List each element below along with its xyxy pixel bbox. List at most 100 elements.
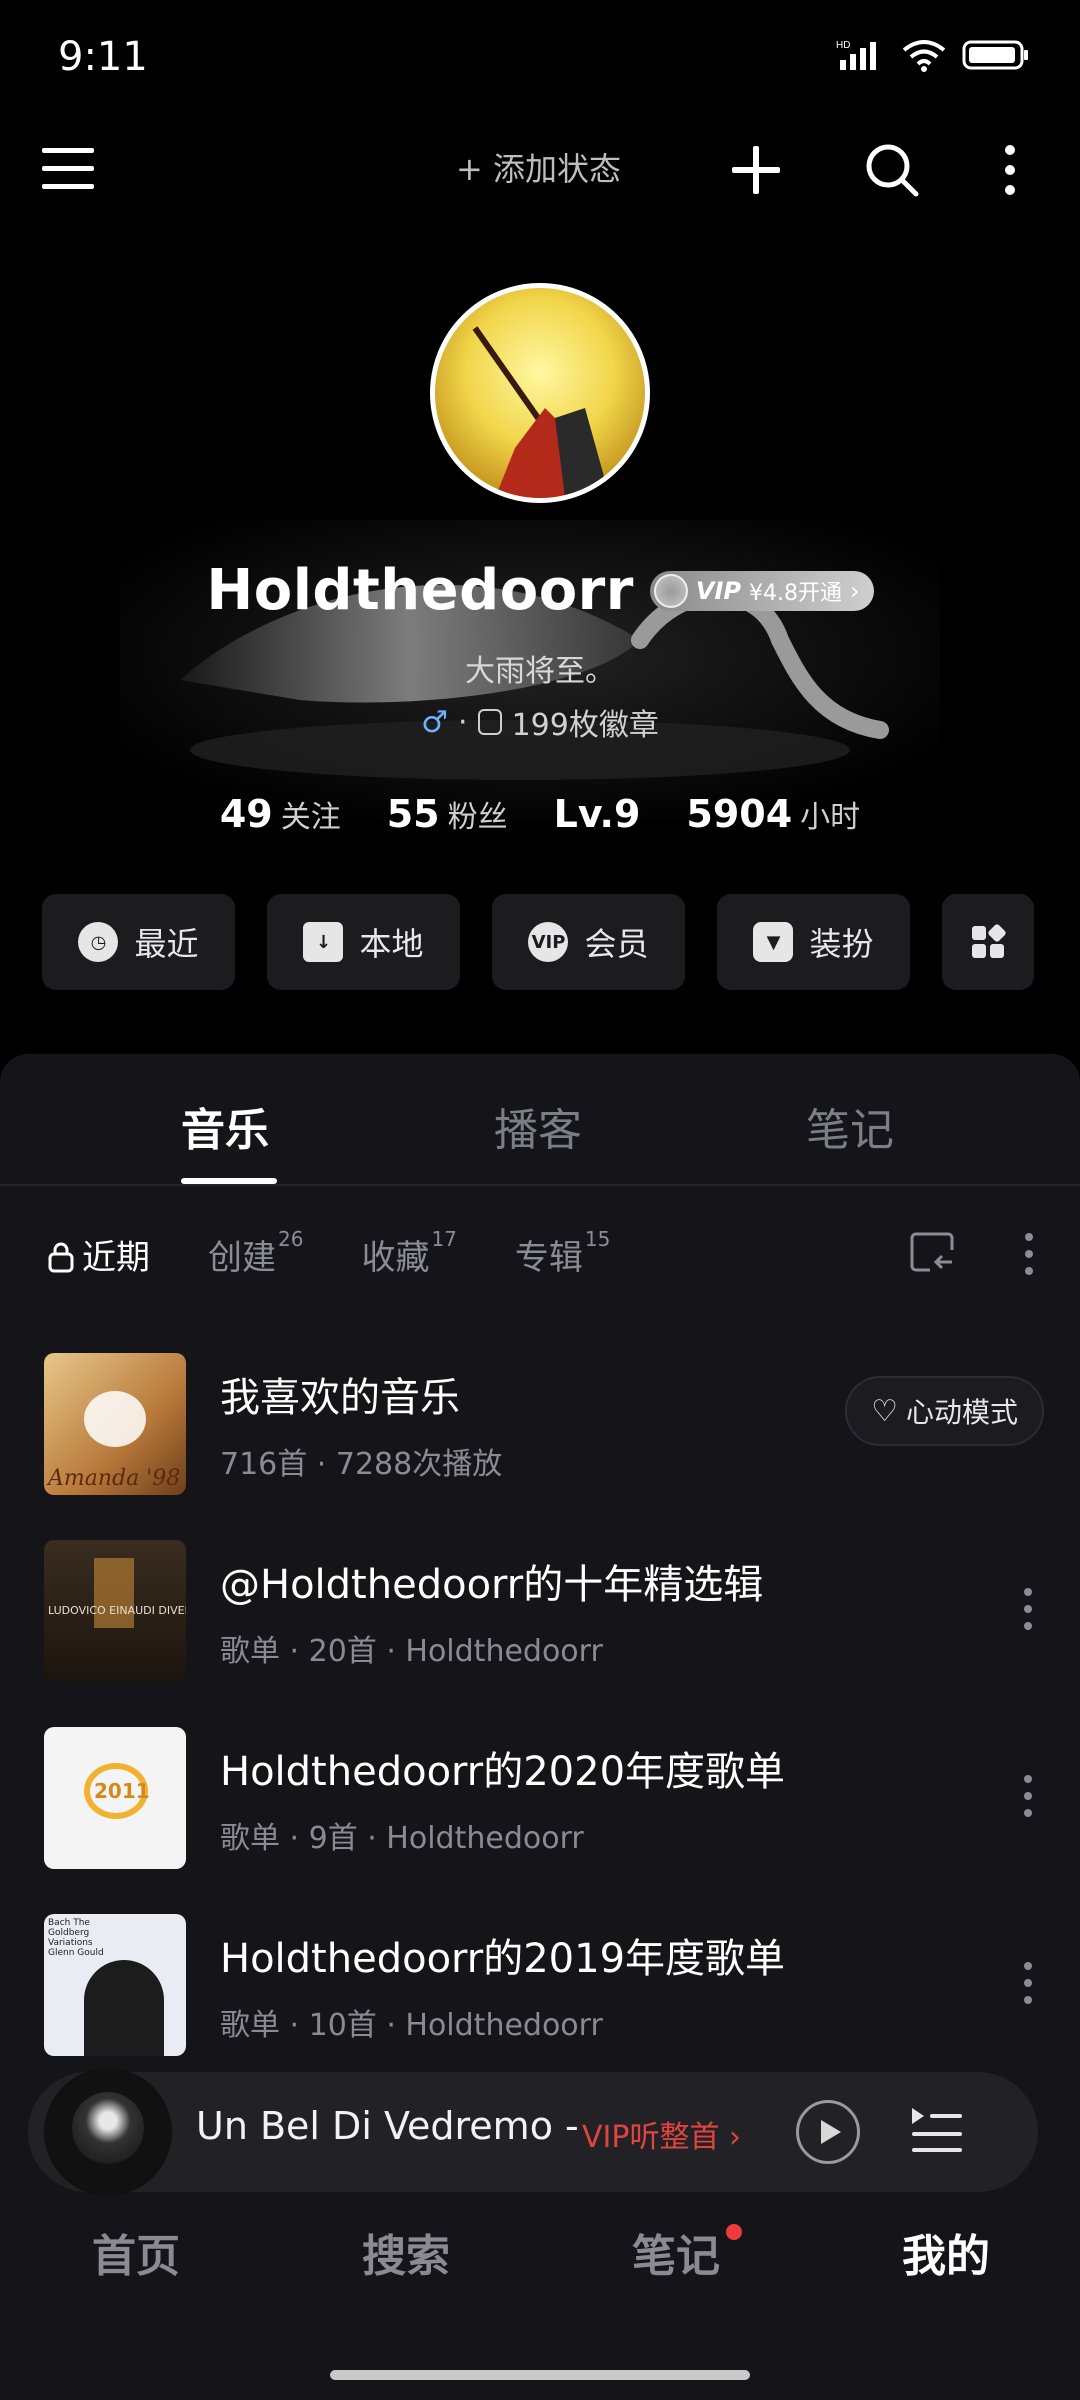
play-icon	[821, 2120, 841, 2144]
queue-icon	[912, 2108, 962, 2152]
stat-listen-hours[interactable]: 5904 小时	[686, 792, 860, 836]
content-panel: 音乐 播客 笔记 近期 创建 26 收藏 17 专辑 15 Amanda '98…	[0, 1054, 1080, 2400]
badge-count[interactable]: 199枚徽章	[512, 700, 659, 744]
vip-icon: VIP	[528, 922, 569, 962]
nav-search[interactable]: 搜索	[362, 2220, 450, 2284]
user-bio: 大雨将至。	[465, 654, 615, 689]
dress-up-label: 装扮	[809, 925, 874, 963]
playlist-subtitle: 歌单 · 9首 · Holdthedoorr	[220, 1820, 584, 1856]
now-playing-disc[interactable]	[44, 2068, 172, 2196]
plus-icon	[732, 146, 780, 194]
now-playing-title[interactable]: Un Bel Di Vedremo -	[196, 2104, 579, 2148]
heart-mode-button[interactable]: ♡ 心动模式	[845, 1376, 1044, 1446]
hamburger-icon	[42, 148, 94, 189]
dress-up-button[interactable]: ▼ 装扮	[717, 894, 910, 990]
more-options-button[interactable]	[996, 140, 1024, 200]
list-item[interactable]: Bach The Goldberg Variations Glenn Gould…	[44, 1891, 1044, 2078]
import-icon	[910, 1232, 954, 1272]
profile-stats: 49 关注 55 粉丝 Lv.9 5904 小时	[0, 792, 1080, 836]
badge-icon	[477, 709, 502, 735]
playlist-title: Holdthedoorr的2019年度歌单	[220, 1935, 786, 1982]
subtab-recent[interactable]: 近期	[48, 1230, 150, 1279]
playlist-cover: Bach The Goldberg Variations Glenn Gould	[44, 1913, 186, 2056]
local-label: 本地	[359, 925, 424, 963]
playlist-list: Amanda '98 我喜欢的音乐 716首 · 7288次播放 ♡ 心动模式 …	[44, 1330, 1044, 2078]
subtab-created[interactable]: 创建 26	[208, 1227, 303, 1279]
playlist-subtitle: 歌单 · 10首 · Holdthedoorr	[220, 2007, 603, 2043]
notification-dot	[726, 2224, 742, 2240]
subtab-albums[interactable]: 专辑 15	[515, 1227, 610, 1279]
avatar-image	[472, 326, 610, 498]
top-bar: + 添加状态	[0, 120, 1080, 216]
playlist-cover: 2011	[44, 1726, 186, 1869]
heart-icon	[84, 1390, 146, 1447]
shirt-icon: ▼	[753, 922, 794, 962]
cover-text: 2011	[94, 1778, 150, 1803]
home-indicator[interactable]	[330, 2370, 750, 2380]
more-vertical-icon	[1005, 145, 1015, 195]
subtab-collected[interactable]: 收藏 17	[361, 1227, 456, 1279]
nav-notes[interactable]: 笔记	[632, 2220, 720, 2284]
username[interactable]: Holdthedoorr	[206, 558, 634, 623]
download-icon: ↓	[303, 922, 344, 962]
recent-button[interactable]: ◷ 最近	[42, 894, 235, 990]
local-button[interactable]: ↓ 本地	[267, 894, 460, 990]
stat-following[interactable]: 49 关注	[220, 792, 341, 836]
signal-icon: HD	[836, 40, 876, 70]
membership-label: 会员	[584, 925, 649, 963]
cover-text: Amanda '98	[48, 1465, 181, 1491]
gender-male-icon: ♂	[421, 704, 449, 740]
play-button[interactable]	[796, 2100, 860, 2164]
nav-mine[interactable]: 我的	[902, 2220, 990, 2284]
more-vertical-icon[interactable]	[1018, 1587, 1038, 1631]
vip-label: VIP	[695, 576, 741, 605]
cover-text: Bach The Goldberg Variations Glenn Gould	[48, 1917, 104, 1958]
tab-notes[interactable]: 笔记	[806, 1094, 894, 1158]
status-time: 9:11	[58, 34, 148, 80]
battery-icon	[962, 40, 1028, 70]
more-vertical-icon[interactable]	[1018, 1961, 1038, 2005]
heart-mode-label: 心动模式	[905, 1396, 1018, 1429]
playlist-queue-button[interactable]	[908, 2102, 964, 2162]
tab-music[interactable]: 音乐	[181, 1094, 269, 1158]
import-playlist-button[interactable]	[908, 1232, 956, 1282]
playlist-title: @Holdthedoorr的十年精选辑	[220, 1561, 764, 1608]
wifi-icon	[902, 40, 946, 72]
status-bar: 9:11 HD	[0, 0, 1080, 120]
chevron-right-icon: ›	[850, 576, 860, 605]
subtab-more-button[interactable]	[1024, 1232, 1034, 1280]
avatar[interactable]	[430, 283, 650, 503]
list-item[interactable]: 2011 Holdthedoorr的2020年度歌单 歌单 · 9首 · Hol…	[44, 1704, 1044, 1891]
stat-followers[interactable]: 55 粉丝	[387, 792, 508, 836]
vip-full-song-button[interactable]: VIP听整首 ›	[582, 2112, 741, 2156]
vip-upgrade-button[interactable]: VIP ¥4.8开通 ›	[649, 570, 874, 611]
lock-icon	[48, 1242, 74, 1272]
bottom-navigation: 首页 搜索 笔记 我的	[0, 2220, 1080, 2320]
list-item[interactable]: Amanda '98 我喜欢的音乐 716首 · 7288次播放 ♡ 心动模式	[44, 1330, 1044, 1517]
heart-sparkle-icon: ♡	[871, 1393, 898, 1429]
recent-label: 最近	[134, 925, 199, 963]
tab-podcast[interactable]: 播客	[494, 1094, 582, 1158]
more-vertical-icon[interactable]	[1018, 1774, 1038, 1818]
stat-level[interactable]: Lv.9	[554, 792, 641, 836]
more-vertical-icon	[1025, 1233, 1033, 1275]
menu-button[interactable]	[40, 142, 96, 194]
cover-text: LUDOVICO EINAUDI DIVENIRE	[48, 1603, 186, 1617]
mini-player[interactable]: Un Bel Di Vedremo - VIP听整首 ›	[28, 2068, 1038, 2196]
main-tabs: 音乐 播客 笔记	[0, 1094, 1080, 1184]
more-apps-button[interactable]	[942, 894, 1034, 990]
search-button[interactable]	[862, 140, 922, 200]
add-status-button[interactable]: + 添加状态	[456, 144, 621, 190]
svg-text:HD: HD	[836, 40, 850, 51]
search-icon	[866, 144, 919, 197]
tabs-divider	[0, 1184, 1080, 1186]
add-button[interactable]	[728, 142, 784, 198]
vip-offer-label: ¥4.8开通	[749, 580, 842, 606]
playlist-cover: Amanda '98	[44, 1352, 186, 1495]
playlist-subtitle: 歌单 · 20首 · Holdthedoorr	[220, 1633, 603, 1669]
nav-home[interactable]: 首页	[92, 2220, 180, 2284]
playlist-title: Holdthedoorr的2020年度歌单	[220, 1748, 786, 1795]
vip-level-icon	[653, 573, 688, 608]
membership-button[interactable]: VIP 会员	[492, 894, 685, 990]
list-item[interactable]: LUDOVICO EINAUDI DIVENIRE @Holdthedoorr的…	[44, 1517, 1044, 1704]
